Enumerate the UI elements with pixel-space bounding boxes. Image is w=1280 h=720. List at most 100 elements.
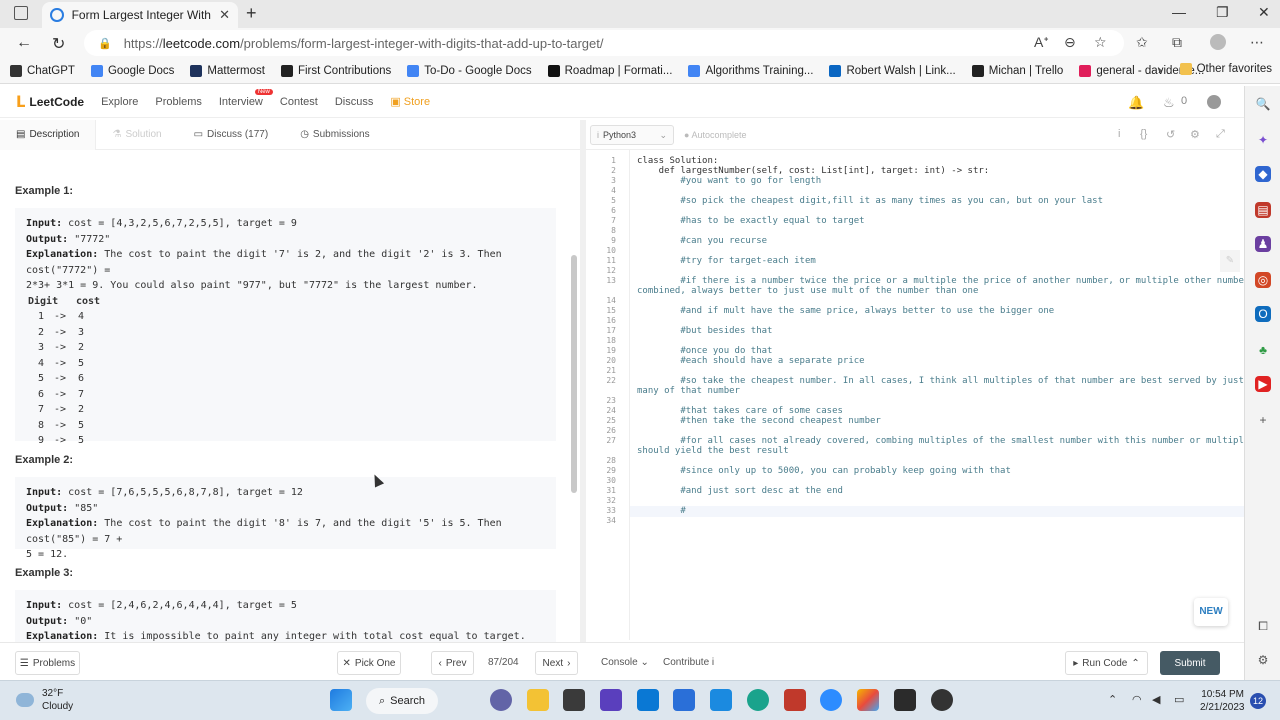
more-menu-icon[interactable]: ⋯ [1250, 34, 1264, 51]
problems-button[interactable]: ☰ Problems [15, 651, 80, 675]
close-tab-icon[interactable]: ✕ [219, 7, 230, 23]
sidebar-add-icon[interactable]: + [1255, 412, 1271, 428]
language-select[interactable]: i Python3 ⌄ [590, 125, 674, 145]
browser-tab[interactable]: Form Largest Integer With Digits ✕ [42, 2, 238, 28]
tab-solution[interactable]: ⚗ Solution [96, 120, 177, 150]
leetcode-logo[interactable]: ᒪ LeetCode [16, 93, 84, 111]
bookmarks-overflow-chevron-icon[interactable]: › [1158, 63, 1162, 77]
description-scrollbar[interactable] [571, 255, 577, 493]
app-icon[interactable] [637, 689, 659, 711]
tray-chevron-icon[interactable]: ⌃ [1108, 693, 1117, 706]
info-icon[interactable]: i [1118, 128, 1120, 140]
submit-button[interactable]: Submit [1160, 651, 1220, 675]
battery-icon[interactable]: ▭ [1174, 693, 1184, 706]
azure-icon[interactable] [673, 689, 695, 711]
start-icon[interactable] [330, 689, 352, 711]
autocomplete-toggle[interactable]: ● Autocomplete [684, 130, 747, 140]
refresh-icon[interactable]: ↻ [52, 34, 65, 54]
nav-interview[interactable]: Interview New [219, 88, 273, 108]
weather-widget[interactable]: 32°F Cloudy [16, 687, 73, 713]
tab-submissions[interactable]: ◷ Submissions [284, 120, 385, 150]
reset-icon[interactable]: ↺ [1166, 128, 1175, 141]
sidebar-settings-icon[interactable]: ⚙ [1255, 652, 1271, 668]
favorite-star-icon[interactable]: ☆ [1094, 34, 1107, 51]
bookmark-other-favorites[interactable]: Other favorites [1179, 63, 1272, 75]
teams-icon[interactable] [490, 689, 512, 711]
bookmark-item[interactable]: Michan | Trello [971, 64, 1063, 77]
nav-contest[interactable]: Contest [280, 96, 318, 108]
zoom-app-icon[interactable] [820, 689, 842, 711]
obsidian-icon[interactable] [600, 689, 622, 711]
paint-icon[interactable] [857, 689, 879, 711]
console-toggle[interactable]: Console ⌄ [601, 657, 649, 668]
user-avatar-icon[interactable] [1207, 95, 1221, 109]
nav-explore[interactable]: Explore [101, 96, 138, 108]
profile-avatar[interactable] [1210, 34, 1226, 50]
minimize-icon[interactable]: — [1172, 4, 1186, 20]
back-icon[interactable]: ← [16, 34, 32, 52]
notification-count[interactable]: 12 [1250, 693, 1266, 709]
braces-icon[interactable]: {} [1140, 128, 1147, 140]
contribute-link[interactable]: Contribute i [663, 657, 714, 668]
url-input[interactable]: 🔒 https://leetcode.com/problems/form-lar… [84, 30, 1124, 56]
flame-icon[interactable]: ♨ [1163, 95, 1175, 111]
bookmark-item[interactable]: Robert Walsh | Link... [829, 64, 956, 77]
read-aloud-icon[interactable]: Aᐩ [1034, 34, 1049, 51]
terminal-icon[interactable] [894, 689, 916, 711]
sidebar-copilot-icon[interactable]: ✦ [1255, 132, 1271, 148]
obs-icon[interactable] [931, 689, 953, 711]
taskbar-search[interactable]: ⌕ Search [366, 688, 438, 714]
file-explorer-icon[interactable] [527, 689, 549, 711]
sidebar-tools-icon[interactable]: ▤ [1255, 202, 1271, 218]
notification-bell-icon[interactable]: 🔔 [1128, 95, 1144, 111]
close-window-icon[interactable]: ✕ [1258, 4, 1270, 21]
tab-description[interactable]: ▤ Description [0, 120, 97, 150]
edge-icon[interactable] [747, 689, 769, 711]
bookmark-item[interactable]: Google Docs [90, 64, 174, 77]
tab-discuss[interactable]: ▭ Discuss (177) [178, 120, 285, 150]
fullscreen-icon[interactable]: ⤢ [1216, 128, 1225, 141]
bookmark-item[interactable]: Mattermost [190, 64, 265, 77]
sidebar-tree-icon[interactable]: ♣ [1255, 342, 1271, 358]
sidebar-search-icon[interactable]: 🔍 [1255, 96, 1271, 112]
sidebar-toggle-icon[interactable] [14, 6, 28, 20]
app-red-icon[interactable] [784, 689, 806, 711]
line-number: 16 [606, 316, 616, 325]
calculator-icon[interactable] [563, 689, 585, 711]
bookmark-item[interactable]: ChatGPT [10, 64, 75, 77]
wifi-icon[interactable]: ◠ [1132, 693, 1142, 706]
code-editor[interactable]: 1 2 3 4 5 6 7 8 9 10 11 12 13 14 15 16 17 18 19 20 21 22 23 24 2… [586, 150, 1244, 640]
line-number: 28 [606, 456, 616, 465]
editor-side-tool-icon[interactable]: ✎ [1220, 250, 1240, 272]
nav-discuss[interactable]: Discuss [335, 96, 374, 108]
nav-store[interactable]: ▣ Store [390, 95, 430, 108]
new-feature-button[interactable]: NEW [1194, 598, 1228, 626]
next-button[interactable]: Next › [535, 651, 578, 675]
system-clock[interactable]: 10:54 PM 2/21/2023 [1200, 688, 1245, 714]
sidebar-youtube-icon[interactable]: ▶ [1255, 376, 1271, 392]
maximize-icon[interactable]: ❐ [1216, 4, 1229, 21]
sidebar-games-icon[interactable]: ♟ [1255, 236, 1271, 252]
prev-button[interactable]: ‹ Prev [431, 651, 474, 675]
bookmark-item[interactable]: To-Do - Google Docs [407, 64, 532, 77]
pick-one-button[interactable]: ✕ Pick One [337, 651, 401, 675]
table-cell: 2 [38, 326, 45, 338]
new-tab-icon[interactable]: + [246, 3, 257, 24]
bookmark-item[interactable]: Algorithms Training... [688, 64, 813, 77]
bookmark-item[interactable]: Roadmap | Formati... [547, 64, 672, 77]
run-code-button[interactable]: ▸ Run Code ⌃ [1065, 651, 1148, 675]
vscode-icon[interactable] [710, 689, 732, 711]
bookmark-item[interactable]: First Contributions [280, 64, 391, 77]
favorites-icon[interactable]: ✩ [1136, 34, 1148, 51]
sidebar-shopping-icon[interactable]: ◆ [1255, 166, 1271, 182]
volume-icon[interactable]: ◀ [1152, 693, 1160, 706]
sidebar-layout-icon[interactable]: ⧠ [1255, 618, 1271, 634]
sidebar-outlook-icon[interactable]: O [1255, 306, 1271, 322]
sidebar-office-icon[interactable]: ◎ [1255, 272, 1271, 288]
line-number: 31 [606, 486, 616, 495]
collections-icon[interactable]: ⧉ [1172, 34, 1182, 51]
nav-problems[interactable]: Problems [155, 96, 201, 108]
settings-icon[interactable]: ⚙ [1190, 128, 1200, 141]
bookmark-favicon-icon [829, 64, 842, 77]
zoom-icon[interactable]: ⊖ [1064, 34, 1076, 51]
